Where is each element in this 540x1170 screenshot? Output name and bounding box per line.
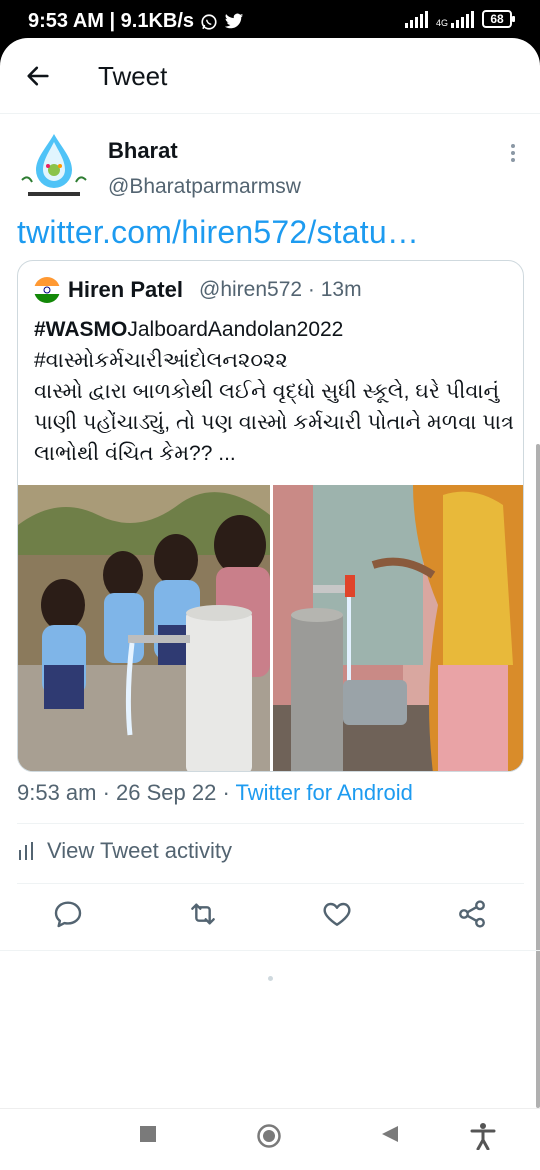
quoted-tweet[interactable]: Hiren Patel @hiren572 · 13m #WASMOJalboa… bbox=[17, 260, 524, 772]
status-time: 9:53 AM | 9.1KB/s bbox=[28, 10, 195, 32]
divider bbox=[0, 950, 540, 951]
reply-icon[interactable] bbox=[52, 898, 84, 930]
more-options-icon[interactable] bbox=[510, 144, 516, 164]
hashtag-bold: #WASMO bbox=[34, 318, 128, 341]
quoted-author-name: Hiren Patel bbox=[68, 277, 183, 302]
top-bar: Tweet bbox=[0, 38, 540, 114]
view-activity-label: View Tweet activity bbox=[47, 838, 233, 863]
quoted-tweet-text: #WASMOJalboardAandolan2022 #વાસ્મોકર્મચા… bbox=[34, 314, 514, 469]
author-handle[interactable]: @Bharatparmarmsw bbox=[108, 175, 301, 199]
status-right: 4G 68 bbox=[404, 10, 515, 28]
accessibility-icon[interactable] bbox=[470, 1122, 496, 1150]
app-window: Tweet Bharat @Bharatparmarmsw twitter.co… bbox=[0, 38, 540, 1108]
battery-icon: 68 bbox=[482, 10, 515, 28]
quoted-body: #વાસ્મોકર્મચારીઆંદોલન૨૦૨૨ વાસ્મો દ્વારા … bbox=[34, 349, 514, 465]
status-left: 9:53 AM | 9.1KB/s bbox=[28, 10, 244, 33]
divider bbox=[17, 823, 524, 824]
share-icon[interactable] bbox=[456, 898, 488, 930]
hashtag-rest: JalboardAandolan2022 bbox=[127, 318, 344, 341]
tweet-source-link[interactable]: Twitter for Android bbox=[236, 780, 413, 805]
tweet-timestamp: 9:53 am · 26 Sep 22 · Twitter for Androi… bbox=[17, 780, 413, 806]
signal-icon-2 bbox=[451, 10, 474, 28]
arrow-left-icon[interactable] bbox=[24, 62, 52, 90]
photo-children-at-tap[interactable] bbox=[18, 485, 270, 772]
network-indicator: 4G bbox=[436, 10, 474, 28]
retweet-icon[interactable] bbox=[187, 898, 219, 930]
loading-dot bbox=[268, 976, 273, 981]
view-tweet-activity-button[interactable]: View Tweet activity bbox=[17, 838, 232, 864]
india-flag-avatar[interactable] bbox=[34, 277, 60, 303]
photo-woman-at-tap[interactable] bbox=[273, 485, 524, 772]
battery-level: 68 bbox=[490, 12, 504, 26]
network-label: 4G bbox=[435, 18, 448, 28]
page-title: Tweet bbox=[98, 61, 168, 91]
timestamp-text: 9:53 am · 26 Sep 22 · bbox=[17, 780, 236, 805]
media-grid bbox=[18, 485, 524, 772]
avatar[interactable] bbox=[18, 130, 90, 202]
action-bar bbox=[0, 898, 540, 942]
like-icon[interactable] bbox=[321, 898, 353, 930]
quoted-author-handle: @hiren572 · 13m bbox=[199, 278, 362, 301]
author-name[interactable]: Bharat bbox=[108, 138, 178, 164]
recents-icon[interactable] bbox=[139, 1125, 157, 1143]
scrollbar[interactable] bbox=[536, 444, 540, 1108]
system-nav-bar bbox=[0, 1108, 540, 1170]
tweet-link[interactable]: twitter.com/hiren572/statu… bbox=[17, 214, 419, 251]
twitter-icon bbox=[224, 13, 244, 28]
activity-chart-icon bbox=[19, 842, 33, 860]
signal-icon bbox=[404, 10, 428, 28]
divider bbox=[17, 883, 524, 884]
home-icon[interactable] bbox=[256, 1123, 282, 1149]
whatsapp-icon bbox=[201, 13, 217, 30]
back-nav-icon[interactable] bbox=[381, 1125, 399, 1143]
